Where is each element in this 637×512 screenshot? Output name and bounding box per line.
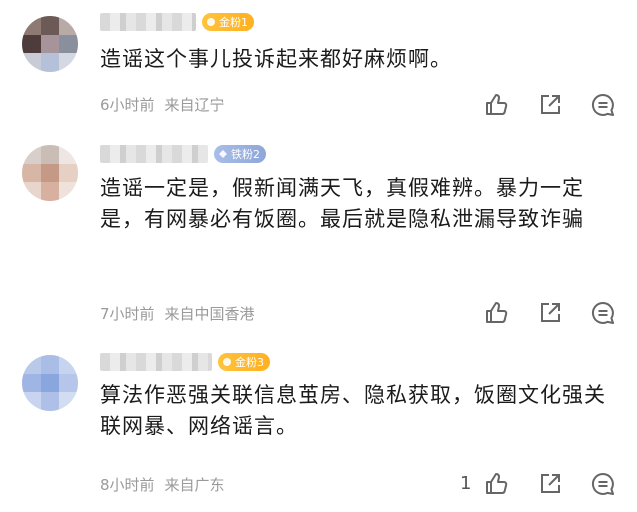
fan-badge-label: 金粉1 <box>219 16 248 29</box>
reply-button[interactable] <box>590 92 616 118</box>
thumb-up-icon <box>486 94 508 115</box>
share-button[interactable] <box>537 300 563 326</box>
badge-icon <box>207 18 215 26</box>
comment-time: 7小时前 <box>100 305 155 323</box>
comment-actions <box>460 92 620 120</box>
avatar[interactable] <box>22 16 78 72</box>
comment-icon <box>591 301 614 324</box>
comment-icon <box>591 472 614 495</box>
comment-text: 造谣一定是，假新闻满天飞，真假难辨。暴力一定是，有网暴必有饭圈。最后就是隐私泄漏… <box>100 176 584 231</box>
share-icon <box>541 95 560 114</box>
thumb-up-icon <box>486 473 508 494</box>
comment-icon <box>591 93 614 116</box>
username-blurred <box>100 145 208 163</box>
avatar[interactable] <box>22 145 78 201</box>
comment-time: 8小时前 <box>100 476 155 494</box>
comment-actions <box>460 300 620 328</box>
username-blurred <box>100 353 212 371</box>
comment-meta: 7小时前 来自中国香港 <box>100 303 255 324</box>
like-count: 1 <box>460 473 472 494</box>
reply-button[interactable] <box>590 471 616 497</box>
fan-badge-label: 金粉3 <box>235 356 264 369</box>
comment-text: 算法作恶强关联信息茧房、隐私获取，饭圈文化强关联网暴、网络谣言。 <box>100 383 606 438</box>
share-button[interactable] <box>537 92 563 118</box>
username[interactable]: 金粉3 <box>100 352 270 372</box>
comment-location: 来自广东 <box>164 476 225 494</box>
like-button[interactable] <box>483 300 509 326</box>
reply-button[interactable] <box>590 300 616 326</box>
share-icon <box>541 303 560 322</box>
comment-time: 6小时前 <box>100 96 155 114</box>
fan-badge[interactable]: 铁粉2 <box>214 145 266 163</box>
fan-badge[interactable]: 金粉1 <box>202 13 254 31</box>
comment-meta: 6小时前 来自辽宁 <box>100 94 225 115</box>
like-button[interactable] <box>483 92 509 118</box>
comment-location: 来自中国香港 <box>164 305 255 323</box>
thumb-up-icon <box>486 302 508 323</box>
share-button[interactable] <box>537 471 563 497</box>
comment-item: 铁粉2 造谣一定是，假新闻满天飞，真假难辨。暴力一定是，有网暴必有饭圈。最后就是… <box>0 125 637 333</box>
comment-location: 来自辽宁 <box>164 96 225 114</box>
share-icon <box>541 474 560 493</box>
username[interactable]: 金粉1 <box>100 12 254 32</box>
username-blurred <box>100 13 196 31</box>
comment-meta: 8小时前 来自广东 <box>100 474 225 495</box>
diamond-icon <box>219 150 227 158</box>
badge-icon <box>223 358 231 366</box>
avatar[interactable] <box>22 355 78 411</box>
comment-item: 金粉3 算法作恶强关联信息茧房、隐私获取，饭圈文化强关联网暴、网络谣言。 8小时… <box>0 333 637 512</box>
username[interactable]: 铁粉2 <box>100 144 266 164</box>
fan-badge-label: 铁粉2 <box>231 148 260 161</box>
like-button[interactable] <box>483 471 509 497</box>
comment-item: 金粉1 造谣这个事儿投诉起来都好麻烦啊。 6小时前 来自辽宁 <box>0 0 637 125</box>
comment-actions: 1 <box>460 471 620 499</box>
comment-text: 造谣这个事儿投诉起来都好麻烦啊。 <box>100 47 452 71</box>
fan-badge[interactable]: 金粉3 <box>218 353 270 371</box>
